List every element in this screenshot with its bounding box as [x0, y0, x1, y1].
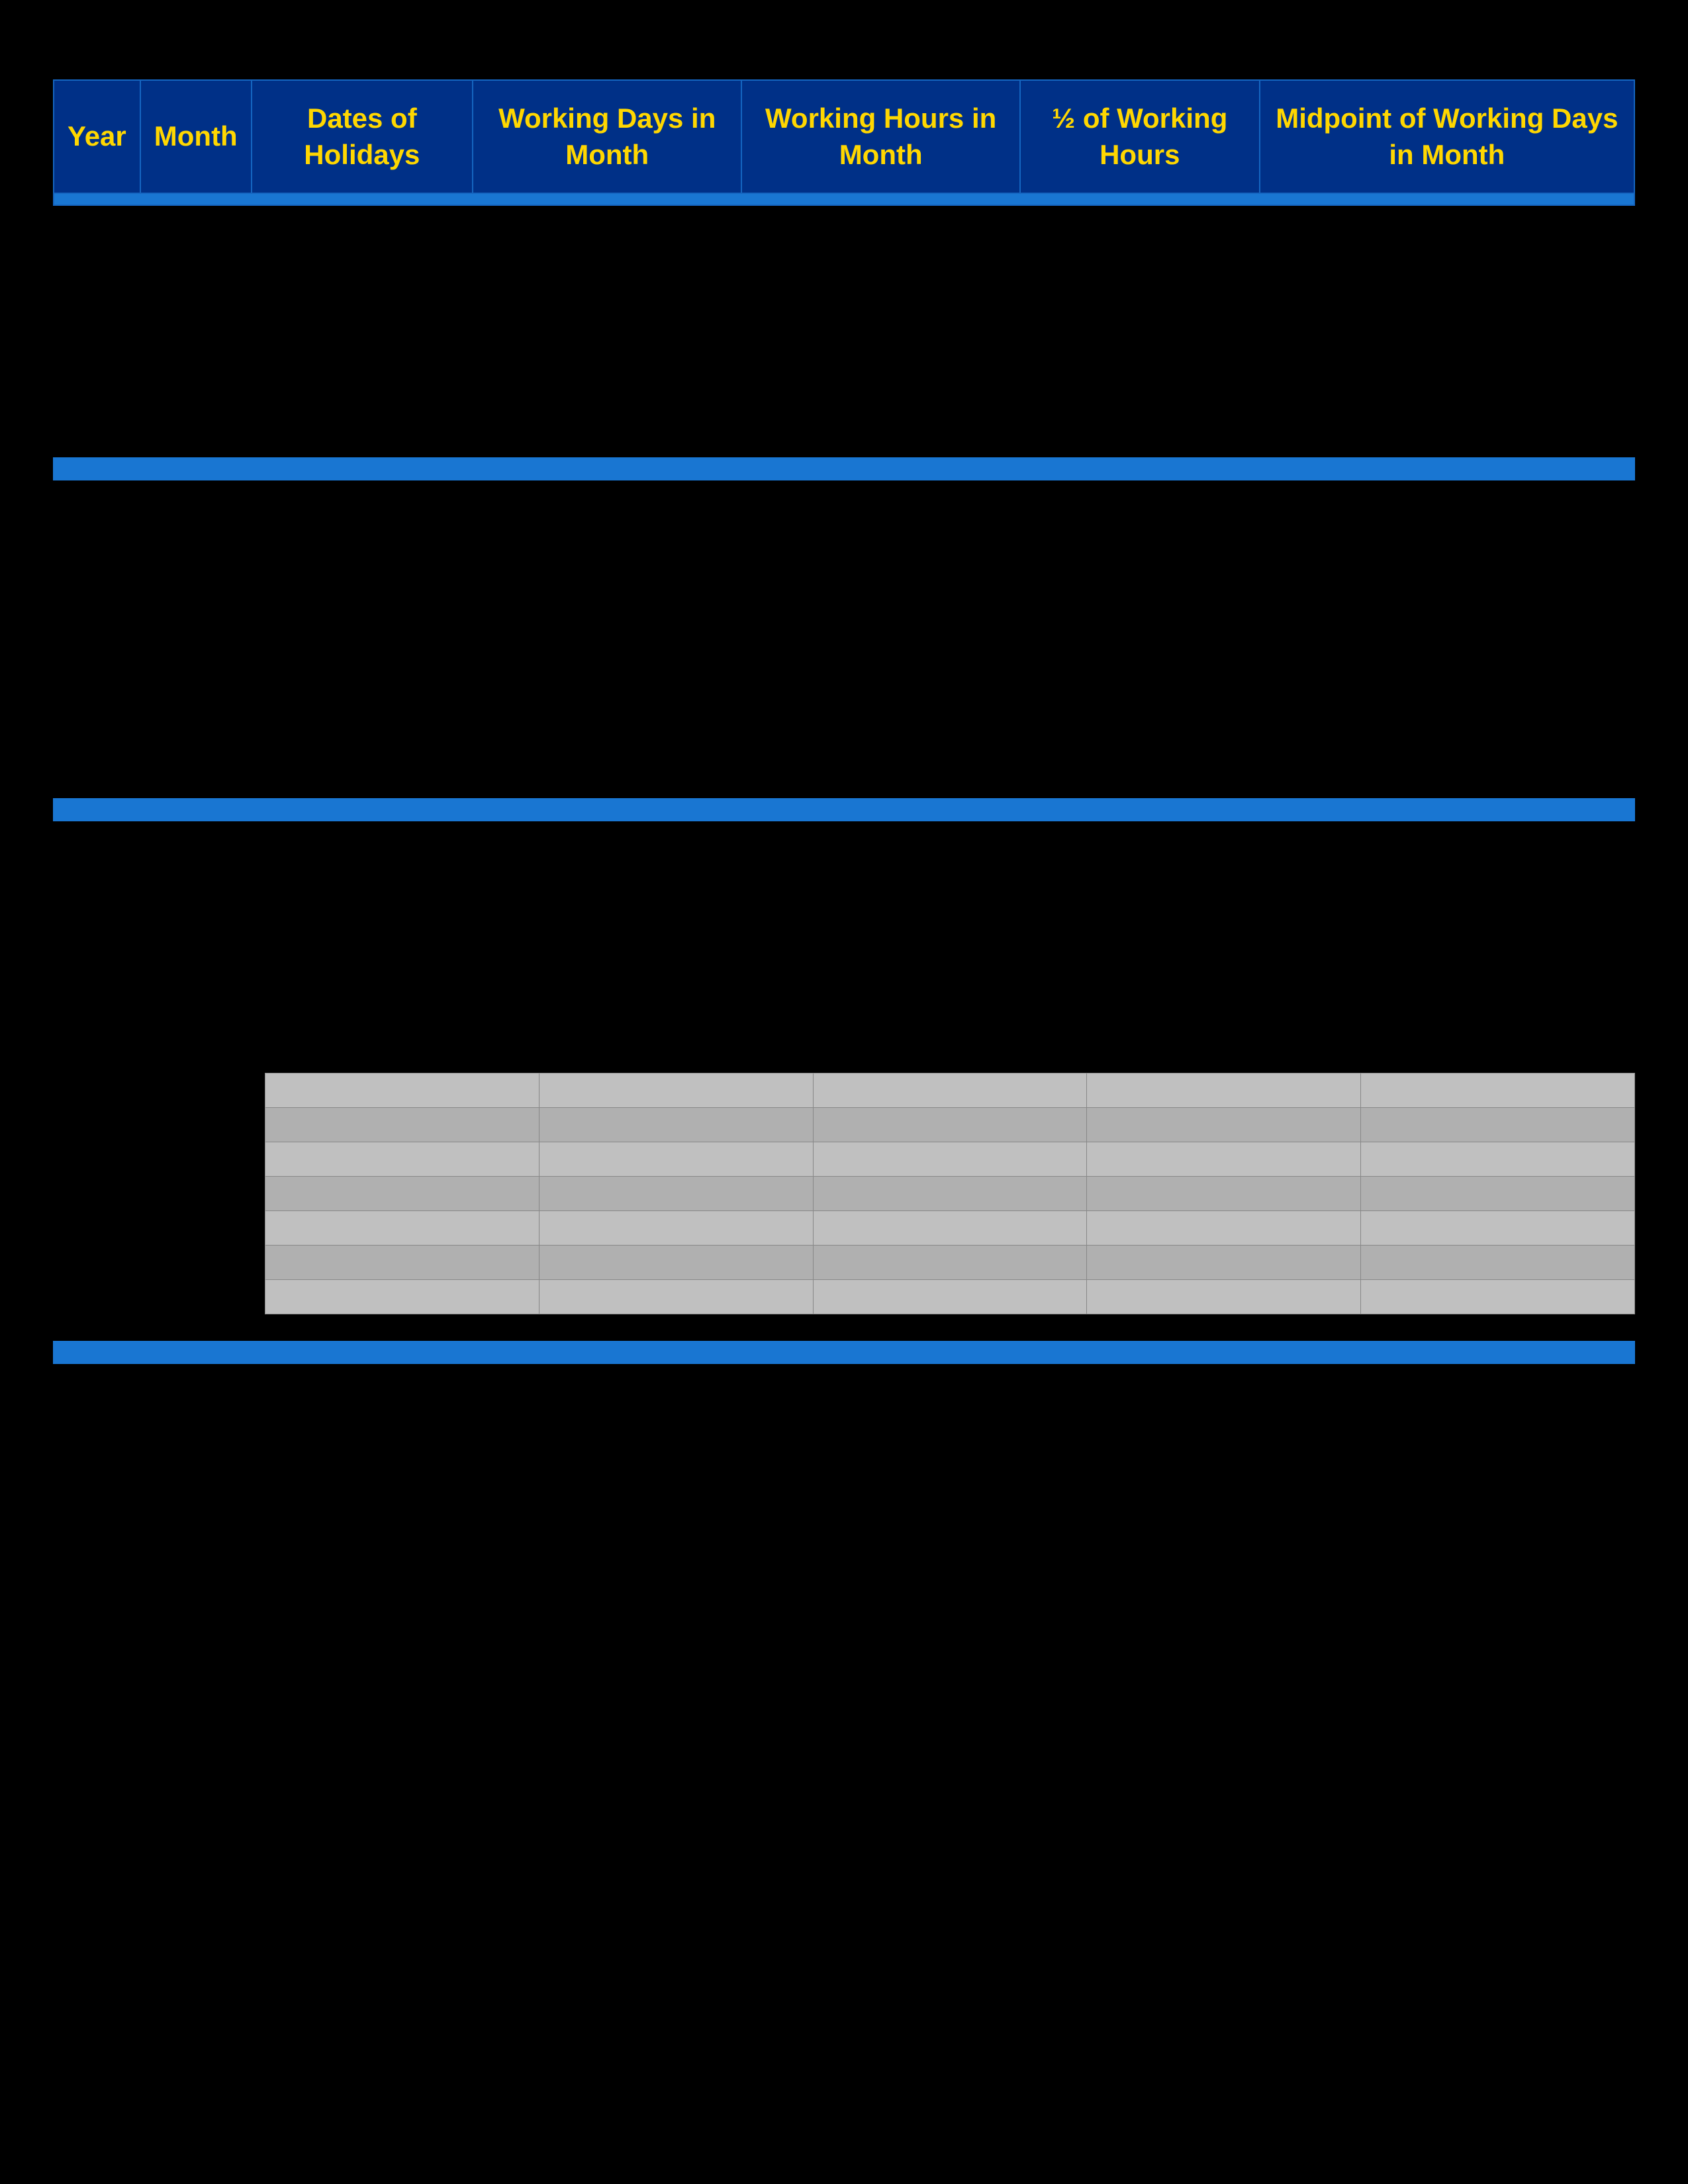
gray-table-wrapper — [265, 1073, 1635, 1314]
gray-table-row — [265, 1211, 1635, 1246]
gray-table-cell — [265, 1108, 539, 1142]
gray-table-row — [265, 1280, 1635, 1314]
gray-table-cell — [813, 1073, 1087, 1108]
col-working-hours: Working Hours in Month — [741, 80, 1019, 193]
gray-table-cell — [813, 1108, 1087, 1142]
gray-table-row — [265, 1177, 1635, 1211]
gray-table-cell — [265, 1280, 539, 1314]
gray-table-cell — [265, 1246, 539, 1280]
col-dates-holidays: Dates of Holidays — [252, 80, 473, 193]
gray-table-cell — [813, 1177, 1087, 1211]
bottom-blue-bar — [53, 1341, 1635, 1364]
first-content-section — [53, 246, 1635, 431]
gray-table-cell — [813, 1246, 1087, 1280]
second-blue-bar — [53, 798, 1635, 821]
gray-table-cell — [265, 1142, 539, 1177]
gray-table-row — [265, 1073, 1635, 1108]
gray-table-cell — [1087, 1142, 1361, 1177]
gray-table-row — [265, 1108, 1635, 1142]
table-section: Year Month Dates of Holidays Working Day… — [53, 79, 1635, 206]
gray-table-cell — [539, 1177, 813, 1211]
gray-table-cell — [1361, 1246, 1635, 1280]
second-content-section — [53, 507, 1635, 772]
main-table: Year Month Dates of Holidays Working Day… — [53, 79, 1635, 206]
col-year: Year — [54, 80, 140, 193]
gray-table-cell — [539, 1108, 813, 1142]
header-row: Year Month Dates of Holidays Working Day… — [54, 80, 1634, 193]
col-half-hours: ½ of Working Hours — [1020, 80, 1260, 193]
gray-table-cell — [265, 1211, 539, 1246]
gray-table-cell — [1361, 1073, 1635, 1108]
gray-table-cell — [1087, 1108, 1361, 1142]
sub-header-row — [54, 193, 1634, 205]
page-container: Year Month Dates of Holidays Working Day… — [0, 0, 1688, 2184]
col-working-days: Working Days in Month — [473, 80, 742, 193]
gray-table-cell — [1361, 1211, 1635, 1246]
gray-table-cell — [539, 1073, 813, 1108]
gray-table-cell — [1087, 1211, 1361, 1246]
gray-table-cell — [265, 1177, 539, 1211]
gray-table-cell — [265, 1073, 539, 1108]
gray-table-cell — [1087, 1280, 1361, 1314]
gray-table-cell — [1361, 1108, 1635, 1142]
gray-table-cell — [813, 1142, 1087, 1177]
gray-table-row — [265, 1142, 1635, 1177]
gray-data-table — [265, 1073, 1635, 1314]
gray-table-cell — [539, 1142, 813, 1177]
gray-table-cell — [1361, 1142, 1635, 1177]
gray-table-cell — [1087, 1246, 1361, 1280]
gray-table-cell — [1087, 1073, 1361, 1108]
gray-table-cell — [539, 1211, 813, 1246]
col-midpoint: Midpoint of Working Days in Month — [1260, 80, 1634, 193]
col-month: Month — [140, 80, 252, 193]
gray-table-cell — [539, 1246, 813, 1280]
gray-table-cell — [813, 1211, 1087, 1246]
gray-table-row — [265, 1246, 1635, 1280]
third-content-section — [53, 848, 1635, 1046]
first-blue-bar — [53, 457, 1635, 480]
gray-table-cell — [1361, 1280, 1635, 1314]
gray-table-cell — [539, 1280, 813, 1314]
gray-table-cell — [813, 1280, 1087, 1314]
gray-table-cell — [1087, 1177, 1361, 1211]
gray-table-cell — [1361, 1177, 1635, 1211]
